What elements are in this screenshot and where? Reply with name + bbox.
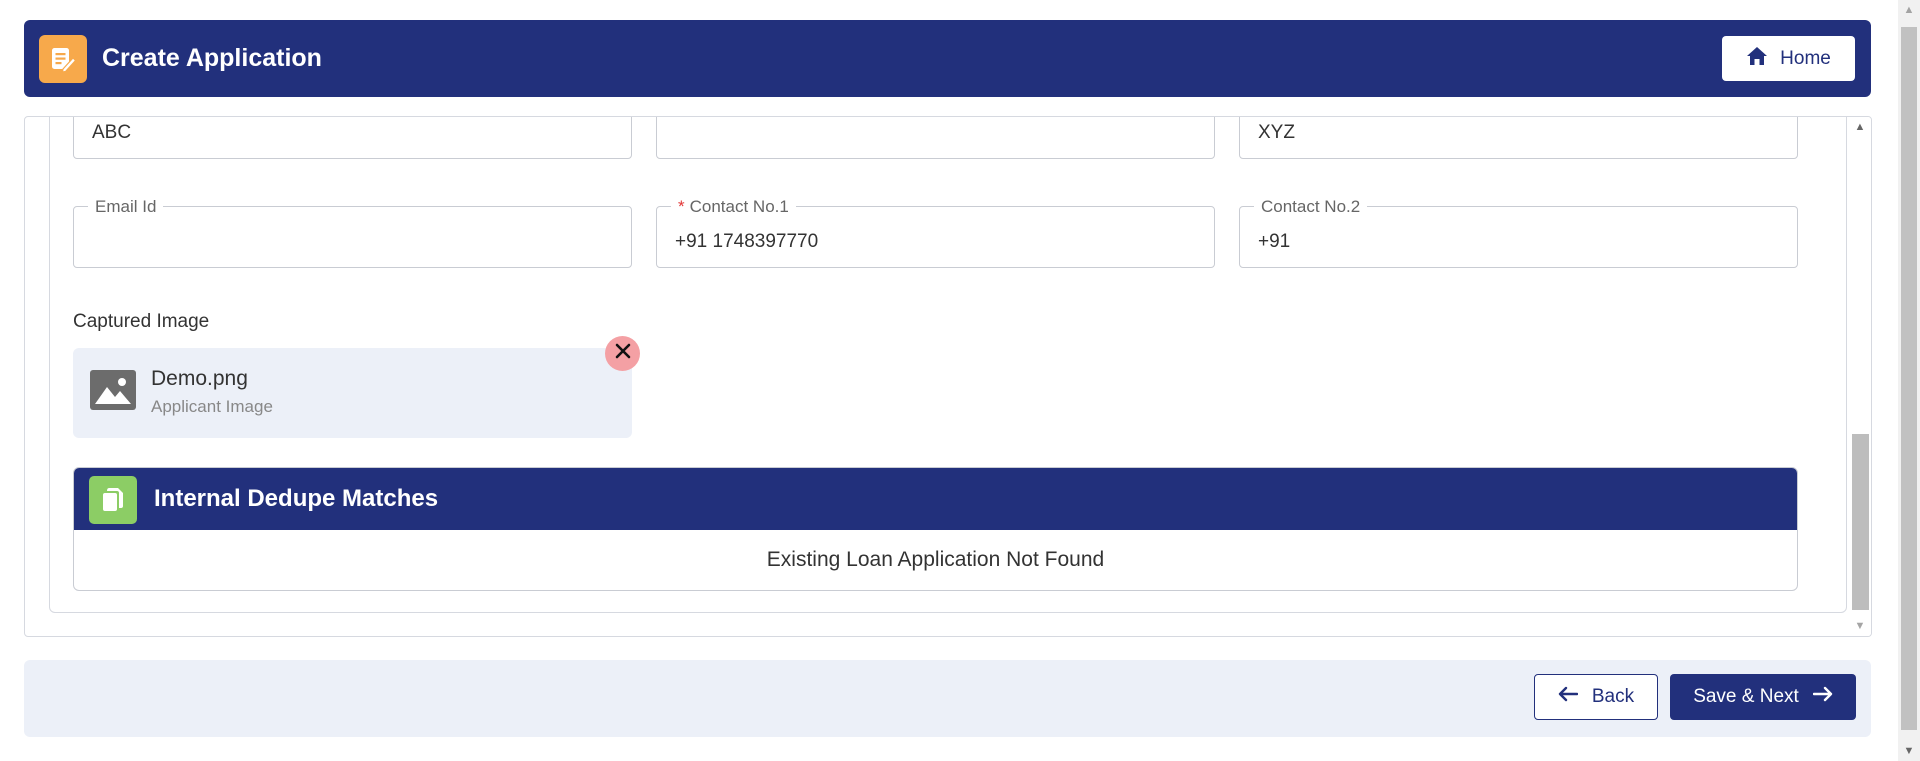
panel-scrollbar[interactable]: ▲ ▼ bbox=[1849, 117, 1871, 636]
edit-document-icon bbox=[39, 35, 87, 83]
contact-no-1-label-text: Contact No.1 bbox=[689, 197, 789, 216]
page-scroll-up-arrow-icon[interactable]: ▲ bbox=[1898, 0, 1920, 20]
page-scroll-down-arrow-icon[interactable]: ▼ bbox=[1898, 741, 1920, 761]
scroll-down-arrow-icon[interactable]: ▼ bbox=[1849, 616, 1871, 636]
application-form-panel: ABC XYZ Email Id * Contact No.1 +91 17483… bbox=[24, 116, 1872, 637]
close-icon bbox=[615, 343, 631, 364]
email-label: Email Id bbox=[88, 197, 164, 217]
image-icon bbox=[90, 370, 136, 410]
form-footer: Back Save & Next bbox=[24, 660, 1871, 737]
captured-image-label: Captured Image bbox=[73, 311, 210, 332]
page-title: Create Application bbox=[102, 44, 322, 72]
contact-no-1-value: +91 1748397770 bbox=[675, 231, 819, 252]
dedupe-message: Existing Loan Application Not Found bbox=[766, 548, 1105, 571]
page-header: Create Application Home bbox=[24, 20, 1871, 97]
field-value: ABC bbox=[92, 122, 132, 143]
page-scrollbar-thumb[interactable] bbox=[1901, 27, 1917, 730]
save-next-button-label: Save & Next bbox=[1693, 686, 1799, 707]
required-mark: * bbox=[678, 197, 685, 216]
captured-image-card: Demo.png Applicant Image bbox=[73, 348, 632, 438]
dedupe-header: Internal Dedupe Matches bbox=[74, 468, 1797, 530]
home-button[interactable]: Home bbox=[1722, 36, 1855, 81]
dedupe-title: Internal Dedupe Matches bbox=[154, 485, 439, 512]
contact-no-1-field[interactable]: * Contact No.1 +91 1748397770 bbox=[656, 197, 1215, 268]
applicant-middle-field[interactable] bbox=[656, 117, 1215, 159]
contact-no-2-field[interactable]: Contact No.2 +91 bbox=[1239, 197, 1798, 268]
back-button-label: Back bbox=[1591, 686, 1635, 707]
remove-image-button[interactable] bbox=[605, 336, 640, 371]
internal-dedupe-section: Internal Dedupe Matches Existing Loan Ap… bbox=[73, 467, 1798, 591]
image-file-name: Demo.png bbox=[151, 367, 248, 390]
home-icon bbox=[1746, 46, 1768, 72]
image-caption: Applicant Image bbox=[151, 397, 273, 416]
save-next-button[interactable]: Save & Next bbox=[1670, 674, 1856, 720]
email-field[interactable]: Email Id bbox=[73, 197, 632, 268]
applicant-last-field[interactable]: XYZ bbox=[1239, 117, 1798, 159]
panel-scrollbar-thumb[interactable] bbox=[1852, 434, 1869, 610]
contact-no-1-label: * Contact No.1 bbox=[671, 197, 796, 217]
contact-no-2-label: Contact No.2 bbox=[1254, 197, 1368, 217]
field-value: XYZ bbox=[1258, 122, 1295, 143]
applicant-first-field[interactable]: ABC bbox=[73, 117, 632, 159]
back-button[interactable]: Back bbox=[1534, 674, 1658, 720]
scroll-up-arrow-icon[interactable]: ▲ bbox=[1849, 117, 1871, 137]
arrow-left-icon bbox=[1558, 686, 1579, 708]
page-scrollbar[interactable]: ▲ ▼ bbox=[1898, 0, 1920, 761]
contact-no-2-value: +91 bbox=[1258, 231, 1291, 252]
arrow-right-icon bbox=[1812, 686, 1833, 708]
home-button-label: Home bbox=[1780, 47, 1831, 69]
copy-document-icon bbox=[89, 476, 137, 524]
